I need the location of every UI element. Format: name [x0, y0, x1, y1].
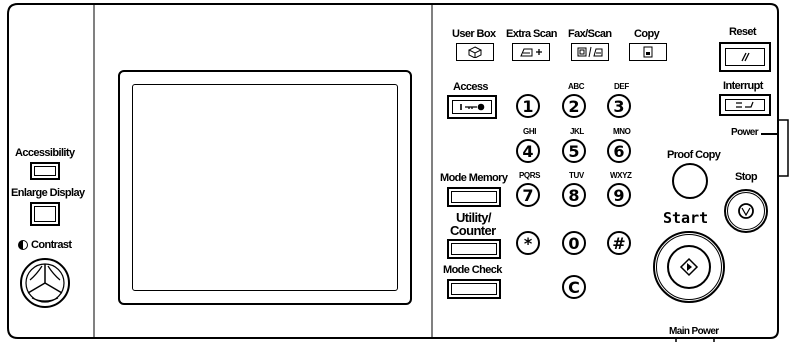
key-asterisk[interactable]: * [516, 231, 540, 255]
power-indicator [761, 133, 778, 135]
extra-scan-label: Extra Scan [506, 28, 557, 40]
stop-label: Stop [735, 171, 758, 183]
contrast-icon [18, 240, 28, 250]
key-3-letters: DEF [614, 82, 629, 91]
access-button[interactable] [447, 95, 497, 119]
key-6[interactable]: 6 [607, 139, 631, 163]
start-button[interactable] [653, 231, 725, 303]
key-asterisk-text: * [523, 233, 533, 253]
fax-scan-label: Fax/Scan [568, 28, 612, 40]
key-2-text: 2 [568, 96, 580, 116]
key-7-text: 7 [522, 185, 534, 205]
key-5-letters: JKL [570, 127, 584, 136]
extra-scan-button[interactable] [512, 43, 550, 61]
key-9-text: 9 [613, 185, 625, 205]
utility-counter-button[interactable] [447, 239, 501, 259]
copy-button[interactable] [629, 43, 667, 61]
key-4[interactable]: 4 [516, 139, 540, 163]
interrupt-icon [736, 101, 754, 108]
key-5-text: 5 [568, 141, 580, 161]
mode-memory-button[interactable] [447, 187, 501, 207]
key-8-letters: TUV [569, 171, 584, 180]
key-1[interactable]: 1 [516, 94, 540, 118]
enlarge-display-button[interactable] [30, 202, 60, 226]
fax-scan-button[interactable] [571, 43, 609, 61]
main-power-label: Main Power [669, 326, 719, 337]
fax-scan-icon [577, 46, 603, 58]
key-4-text: 4 [522, 141, 534, 161]
reset-label: Reset [729, 26, 757, 38]
key-9[interactable]: 9 [607, 183, 631, 207]
key-3-text: 3 [613, 96, 625, 116]
interrupt-label: Interrupt [723, 80, 763, 92]
key-8[interactable]: 8 [562, 183, 586, 207]
key-0[interactable]: 0 [562, 231, 586, 255]
interrupt-button-face [725, 99, 765, 111]
start-label: Start [663, 209, 709, 227]
key-5[interactable]: 5 [562, 139, 586, 163]
reset-button[interactable] [719, 42, 771, 72]
user-box-button[interactable] [456, 43, 494, 61]
key-hash[interactable]: # [607, 231, 631, 255]
reset-icon [741, 52, 750, 62]
key-7-letters: PQRS [519, 171, 541, 180]
box-icon [468, 46, 482, 58]
key-clear-text: C [568, 277, 580, 297]
key-clear[interactable]: C [562, 275, 586, 299]
key-2[interactable]: 2 [562, 94, 586, 118]
key-icon [460, 103, 485, 111]
key-8-text: 8 [568, 185, 580, 205]
key-6-text: 6 [613, 141, 625, 161]
mode-check-label: Mode Check [443, 264, 502, 276]
proof-copy-button[interactable] [672, 163, 708, 199]
accessibility-button[interactable] [30, 162, 60, 180]
scan-plus-icon [520, 48, 542, 57]
key-hash-text: # [612, 233, 626, 253]
touch-display[interactable] [118, 70, 412, 305]
key-9-letters: WXYZ [610, 171, 632, 180]
display-screen[interactable] [132, 84, 398, 291]
mode-memory-label: Mode Memory [440, 172, 508, 184]
access-label: Access [453, 81, 489, 93]
stop-button[interactable] [724, 189, 768, 233]
key-0-text: 0 [568, 233, 580, 253]
enlarge-display-label: Enlarge Display [11, 187, 85, 199]
contrast-dial-icon [25, 263, 65, 303]
copy-icon [643, 46, 653, 58]
contrast-dial[interactable] [20, 258, 70, 308]
user-box-label: User Box [452, 28, 496, 40]
stop-icon [738, 203, 754, 219]
proof-copy-label: Proof Copy [667, 149, 721, 161]
start-icon [679, 257, 699, 277]
start-inner-ring [667, 245, 711, 289]
contrast-label: Contrast [31, 239, 72, 251]
utility-counter-label-2: Counter [450, 223, 496, 238]
accessibility-label: Accessibility [15, 147, 75, 159]
mode-check-button[interactable] [447, 279, 501, 299]
key-4-letters: GHI [523, 127, 537, 136]
access-button-face [452, 100, 492, 114]
key-6-letters: MNO [613, 127, 631, 136]
reset-button-face [725, 48, 765, 66]
interrupt-button[interactable] [719, 94, 771, 116]
copy-label: Copy [634, 28, 660, 40]
key-2-letters: ABC [568, 82, 585, 91]
key-3[interactable]: 3 [607, 94, 631, 118]
key-1-text: 1 [522, 96, 534, 116]
key-7[interactable]: 7 [516, 183, 540, 207]
power-label: Power [731, 127, 759, 138]
